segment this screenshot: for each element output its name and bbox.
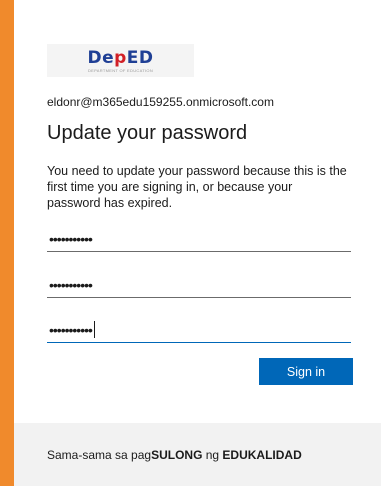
logo-word-left: De <box>87 47 115 68</box>
footer-prefix: Sama-sama sa pag <box>47 448 152 462</box>
logo-wordmark: DepED <box>87 49 153 67</box>
footer-bar: Sama-sama sa pagSULONG ng EDUKALIDAD <box>14 423 381 486</box>
confirm-password-value: ••••••••••• <box>49 321 93 338</box>
footer-bold-sulong: SULONG <box>151 448 203 462</box>
confirm-password-field[interactable]: ••••••••••• <box>47 317 351 343</box>
text-cursor <box>93 321 95 338</box>
footer-middle: ng <box>202 448 223 462</box>
page-title: Update your password <box>47 122 248 144</box>
new-password-value: ••••••••••• <box>49 276 93 293</box>
description-text: You need to update your password because… <box>47 164 347 210</box>
logo-word-flame: p <box>114 47 127 68</box>
current-password-field[interactable]: ••••••••••• <box>47 226 351 252</box>
deped-logo: DepED DEPARTMENT OF EDUCATION <box>47 44 194 77</box>
account-email: eldonr@m365edu159255.onmicrosoft.com <box>47 95 274 109</box>
sign-in-button[interactable]: Sign in <box>259 358 353 385</box>
footer-tagline: Sama-sama sa pagSULONG ng EDUKALIDAD <box>47 448 302 462</box>
logo-tagline: DEPARTMENT OF EDUCATION <box>87 67 154 73</box>
new-password-field[interactable]: ••••••••••• <box>47 272 351 298</box>
footer-bold-edukalidad: EDUKALIDAD <box>222 448 302 462</box>
current-password-value: ••••••••••• <box>49 230 93 247</box>
logo-word-right: ED <box>126 47 154 68</box>
signin-card: DepED DEPARTMENT OF EDUCATION eldonr@m36… <box>14 0 381 486</box>
